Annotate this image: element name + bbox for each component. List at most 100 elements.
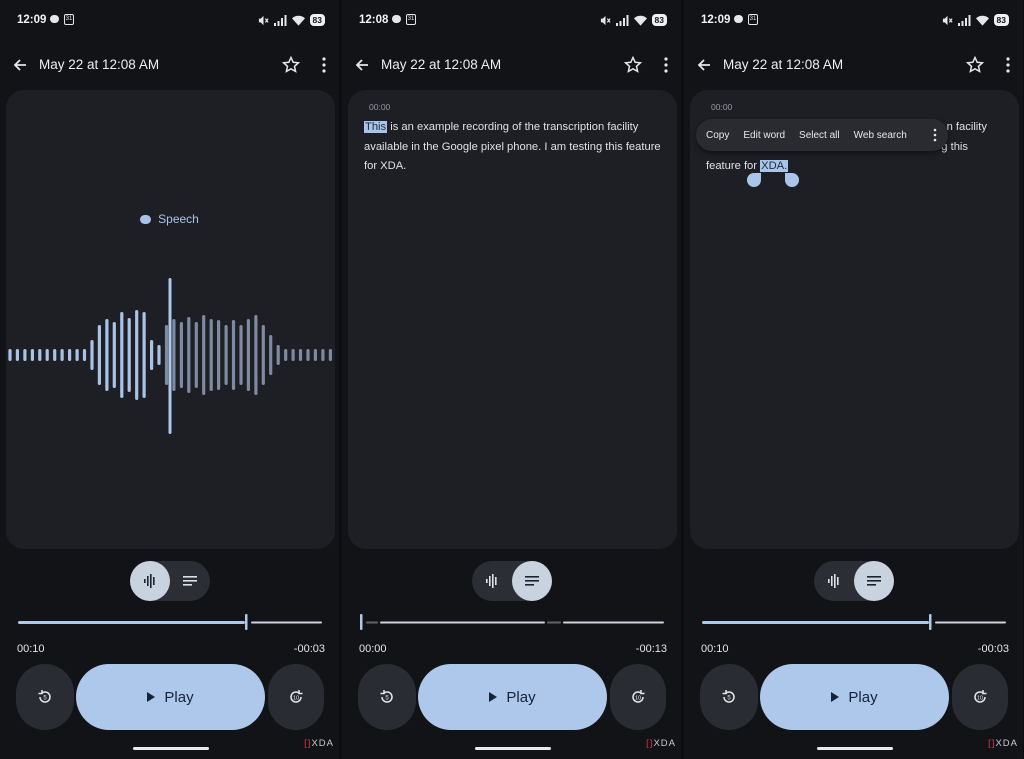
rewind-5-button[interactable]: 5 — [16, 664, 74, 730]
sound-type-label: Speech — [0, 212, 339, 226]
seek-thumb — [929, 614, 932, 630]
star-icon[interactable] — [965, 55, 985, 75]
signal-icon — [273, 14, 287, 26]
transcript-line-1-tail[interactable]: n facility — [947, 118, 987, 138]
selection-start-handle[interactable] — [747, 173, 761, 187]
back-arrow-icon[interactable] — [10, 55, 30, 75]
seek-bar[interactable] — [360, 613, 664, 631]
audio-view-button[interactable] — [472, 561, 512, 601]
status-icons: 83 — [258, 13, 325, 27]
web-search-menu-item[interactable]: Web search — [854, 130, 907, 141]
selection-end-handle[interactable] — [785, 173, 799, 187]
svg-text:5: 5 — [43, 696, 47, 702]
transcript-lines-icon — [525, 576, 539, 586]
replay-5-icon: 5 — [380, 690, 393, 703]
selected-word[interactable]: XDA. — [760, 160, 789, 172]
waveform-bar — [90, 340, 94, 370]
transcript-view-button[interactable] — [854, 561, 894, 601]
select-all-menu-item[interactable]: Select all — [799, 130, 840, 141]
transcript-view-button[interactable] — [170, 561, 210, 601]
seek-progress — [702, 621, 929, 624]
calendar-notification-icon: 31 — [406, 14, 416, 25]
waveform-bar — [209, 319, 213, 391]
audio-view-button[interactable] — [814, 561, 854, 601]
transcript-timestamp: 00:00 — [711, 102, 733, 112]
signal-icon — [615, 14, 629, 26]
top-app-bar: May 22 at 12:08 AM — [0, 44, 339, 86]
more-options-icon[interactable] — [659, 55, 673, 75]
phone-screen-text-selection: 12:09 31 83 May 22 at 12:08 AM 00:00 n f… — [684, 0, 1023, 759]
waveform-bar — [120, 312, 124, 398]
waveform-bar — [246, 319, 250, 391]
waveform-bar — [30, 349, 34, 361]
wifi-icon — [975, 15, 989, 26]
gesture-home-bar[interactable] — [817, 747, 893, 750]
waveform-bar — [239, 325, 243, 385]
elapsed-time: 00:10 — [17, 643, 45, 655]
more-vert-icon[interactable] — [932, 128, 938, 142]
view-toggle — [472, 561, 552, 601]
recording-title: May 22 at 12:08 AM — [39, 57, 160, 72]
copy-menu-item[interactable]: Copy — [706, 130, 729, 141]
star-icon[interactable] — [623, 55, 643, 75]
waveform-bar — [68, 349, 72, 361]
highlighted-word[interactable]: This — [364, 121, 388, 133]
waveform-bar — [179, 322, 183, 388]
play-button[interactable]: Play — [760, 664, 949, 730]
top-app-bar: May 22 at 12:08 AM — [684, 44, 1023, 86]
elapsed-time: 00:10 — [701, 643, 729, 655]
waveform-bar — [261, 325, 265, 385]
transcript-lines-icon — [867, 576, 881, 586]
waveform-bar — [142, 312, 146, 398]
seek-remaining — [251, 621, 322, 624]
waveform-bar — [127, 318, 131, 392]
signal-icon — [957, 14, 971, 26]
svg-text:5: 5 — [727, 696, 731, 702]
back-arrow-icon[interactable] — [694, 55, 714, 75]
seek-bar[interactable] — [18, 613, 322, 631]
forward-10-button[interactable]: 10 — [952, 664, 1008, 730]
forward-10-button[interactable]: 10 — [610, 664, 666, 730]
transcript-line-3[interactable]: feature for XDA. — [706, 157, 789, 177]
recording-title: May 22 at 12:08 AM — [723, 57, 844, 72]
rewind-5-button[interactable]: 5 — [700, 664, 758, 730]
back-arrow-icon[interactable] — [352, 55, 372, 75]
seek-progress — [18, 621, 245, 624]
play-label: Play — [506, 688, 536, 706]
transcript-card: 00:00 n facility g this feature for XDA. — [690, 90, 1019, 549]
more-options-icon[interactable] — [1001, 55, 1015, 75]
message-notification-icon — [392, 15, 401, 23]
waveform-bar — [187, 317, 191, 393]
more-options-icon[interactable] — [317, 55, 331, 75]
transcript-body[interactable]: is an example recording of the transcrip… — [364, 121, 661, 172]
play-button[interactable]: Play — [76, 664, 265, 730]
waveform-playhead[interactable] — [168, 278, 172, 434]
forward-10-icon: 10 — [974, 690, 987, 703]
message-notification-icon — [50, 15, 59, 23]
edit-word-menu-item[interactable]: Edit word — [743, 130, 785, 141]
waveform-icon — [828, 574, 839, 588]
transcript-view-button[interactable] — [512, 561, 552, 601]
phone-screen-transcript: 12:08 31 83 May 22 at 12:08 AM 00:00 Thi… — [342, 0, 681, 759]
audio-view-button[interactable] — [130, 561, 170, 601]
replay-5-icon: 5 — [38, 690, 51, 703]
transcript-text[interactable]: This is an example recording of the tran… — [364, 118, 664, 177]
seek-bar[interactable] — [702, 613, 1006, 631]
play-button[interactable]: Play — [418, 664, 607, 730]
waveform-bar — [254, 315, 258, 395]
elapsed-time: 00:00 — [359, 643, 387, 655]
top-app-bar: May 22 at 12:08 AM — [342, 44, 681, 86]
play-label: Play — [164, 688, 194, 706]
sound-type-text: Speech — [158, 212, 199, 226]
waveform-bar — [23, 349, 27, 361]
text-selection-menu: Copy Edit word Select all Web search — [696, 119, 948, 151]
waveform-bar — [291, 349, 295, 361]
rewind-5-button[interactable]: 5 — [358, 664, 416, 730]
waveform-bar — [8, 349, 12, 361]
forward-10-button[interactable]: 10 — [268, 664, 324, 730]
gesture-home-bar[interactable] — [475, 747, 551, 750]
gesture-home-bar[interactable] — [133, 747, 209, 750]
star-icon[interactable] — [281, 55, 301, 75]
audio-waveform[interactable] — [0, 270, 339, 440]
battery-indicator: 83 — [993, 14, 1009, 26]
